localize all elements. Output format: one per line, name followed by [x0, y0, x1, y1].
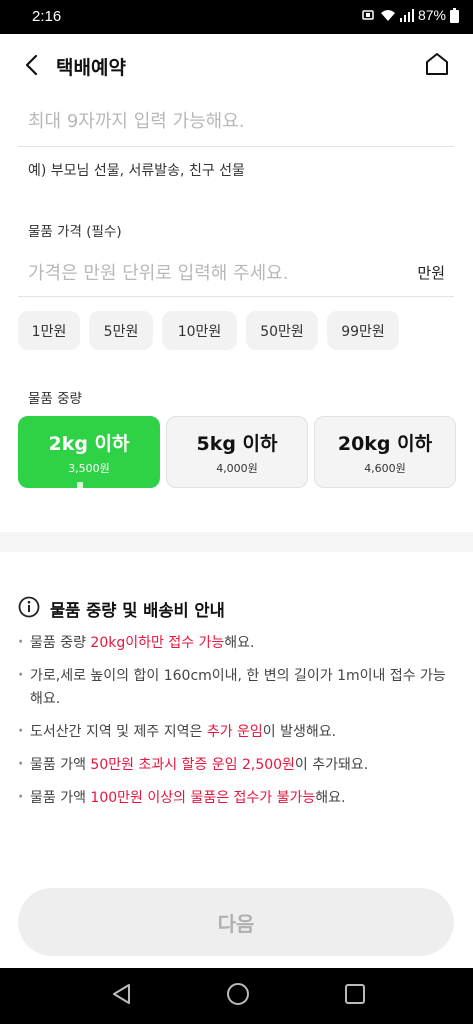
nav-recents-button[interactable]: [341, 982, 369, 1010]
battery-icon: [450, 7, 459, 23]
weight-option-5kg[interactable]: 5kg 이하 4,000원: [166, 416, 308, 488]
item-name-example: 예) 부모님 선물, 서류발송, 친구 선물: [28, 163, 245, 179]
info-item: 물품 가액 50만원 초과시 할증 운임 2,500원이 추가돼요.: [18, 753, 448, 777]
nav-back-button[interactable]: [108, 982, 136, 1010]
chevron-left-icon: [24, 54, 38, 80]
page-title: 택배예약: [56, 57, 126, 79]
recents-square-icon: [344, 983, 366, 1009]
section-divider: [0, 532, 473, 552]
status-icons: 87%: [362, 7, 459, 23]
weight-option-title: 2kg 이하: [48, 432, 130, 455]
weight-option-2kg[interactable]: 2kg 이하 3,500원: [18, 416, 160, 488]
price-underline: [18, 296, 454, 297]
price-chip-50[interactable]: 50만원: [246, 311, 318, 350]
weight-option-title: 5kg 이하: [196, 432, 278, 455]
nav-home-button[interactable]: [224, 982, 252, 1010]
info-text: 물품 가액: [30, 757, 91, 773]
price-chip-10[interactable]: 10만원: [162, 311, 237, 350]
price-chip-1[interactable]: 1만원: [18, 311, 80, 350]
info-item: 물품 중량 20kg이하만 접수 가능해요.: [18, 631, 448, 655]
back-button[interactable]: [16, 52, 46, 82]
signal-icon: [399, 8, 414, 22]
info-list: 물품 중량 20kg이하만 접수 가능해요. 가로,세로 높이의 합이 160c…: [18, 631, 448, 820]
info-text: 이 발생해요.: [262, 724, 337, 740]
info-highlight: 20kg이하만 접수 가능: [90, 635, 225, 651]
back-triangle-icon: [111, 983, 133, 1009]
battery-text: 87%: [417, 7, 446, 23]
price-chip-5[interactable]: 5만원: [89, 311, 153, 350]
info-item: 물품 가액 100만원 이상의 물품은 접수가 불가능해요.: [18, 786, 448, 810]
info-text: 해요.: [315, 790, 346, 806]
info-item: 도서산간 지역 및 제주 지역은 추가 운임이 발생해요.: [18, 720, 448, 744]
info-text: 물품 가액: [30, 790, 91, 806]
info-text: 물품 중량: [30, 635, 91, 651]
home-button[interactable]: [421, 50, 453, 82]
price-quick-chips: 1만원 5만원 10만원 50만원 99만원: [18, 311, 399, 350]
info-header: 물품 중량 및 배송비 안내: [18, 596, 225, 622]
nfc-icon: [362, 9, 376, 21]
next-button[interactable]: 다음: [18, 888, 454, 956]
weight-label: 물품 중량: [28, 391, 82, 407]
info-text: 이 추가돼요.: [294, 757, 369, 773]
price-chip-99[interactable]: 99만원: [327, 311, 399, 350]
item-name-underline: [18, 146, 454, 147]
wifi-icon: [380, 9, 396, 22]
weight-option-price: 4,000원: [216, 461, 258, 475]
system-nav-bar: [0, 968, 473, 1024]
weight-option-title: 20kg 이하: [337, 432, 433, 455]
price-unit: 만원: [417, 264, 445, 282]
home-circle-icon: [226, 982, 250, 1010]
info-highlight: 50만원 초과시 할증 운임 2,500원: [90, 757, 295, 773]
item-name-input[interactable]: [28, 104, 448, 138]
info-text: 가로,세로 높이의 합이 160cm이내, 한 변의 길이가 1m이내 접수 가…: [30, 668, 446, 707]
info-highlight: 100만원 이상의 물품은 접수가 불가능: [90, 790, 316, 806]
weight-option-price: 4,600원: [364, 461, 406, 475]
info-text: 도서산간 지역 및 제주 지역은: [30, 724, 207, 740]
app-header: 택배예약: [0, 34, 473, 98]
price-label: 물품 가격 (필수): [28, 224, 122, 240]
weight-option-20kg[interactable]: 20kg 이하 4,600원: [314, 416, 456, 488]
info-title: 물품 중량 및 배송비 안내: [50, 601, 225, 620]
status-bar: 2:16 87%: [0, 0, 473, 34]
info-circle-icon: [18, 596, 40, 622]
info-highlight: 추가 운임: [206, 724, 263, 740]
weight-option-price: 3,500원: [68, 461, 110, 475]
info-text: 해요.: [224, 635, 255, 651]
info-item: 가로,세로 높이의 합이 160cm이내, 한 변의 길이가 1m이내 접수 가…: [18, 664, 448, 711]
price-input[interactable]: [28, 256, 388, 290]
selected-indicator: [77, 482, 83, 488]
home-icon: [424, 51, 450, 81]
weight-options: 2kg 이하 3,500원 5kg 이하 4,000원 20kg 이하 4,60…: [18, 416, 456, 488]
status-time: 2:16: [32, 8, 62, 25]
